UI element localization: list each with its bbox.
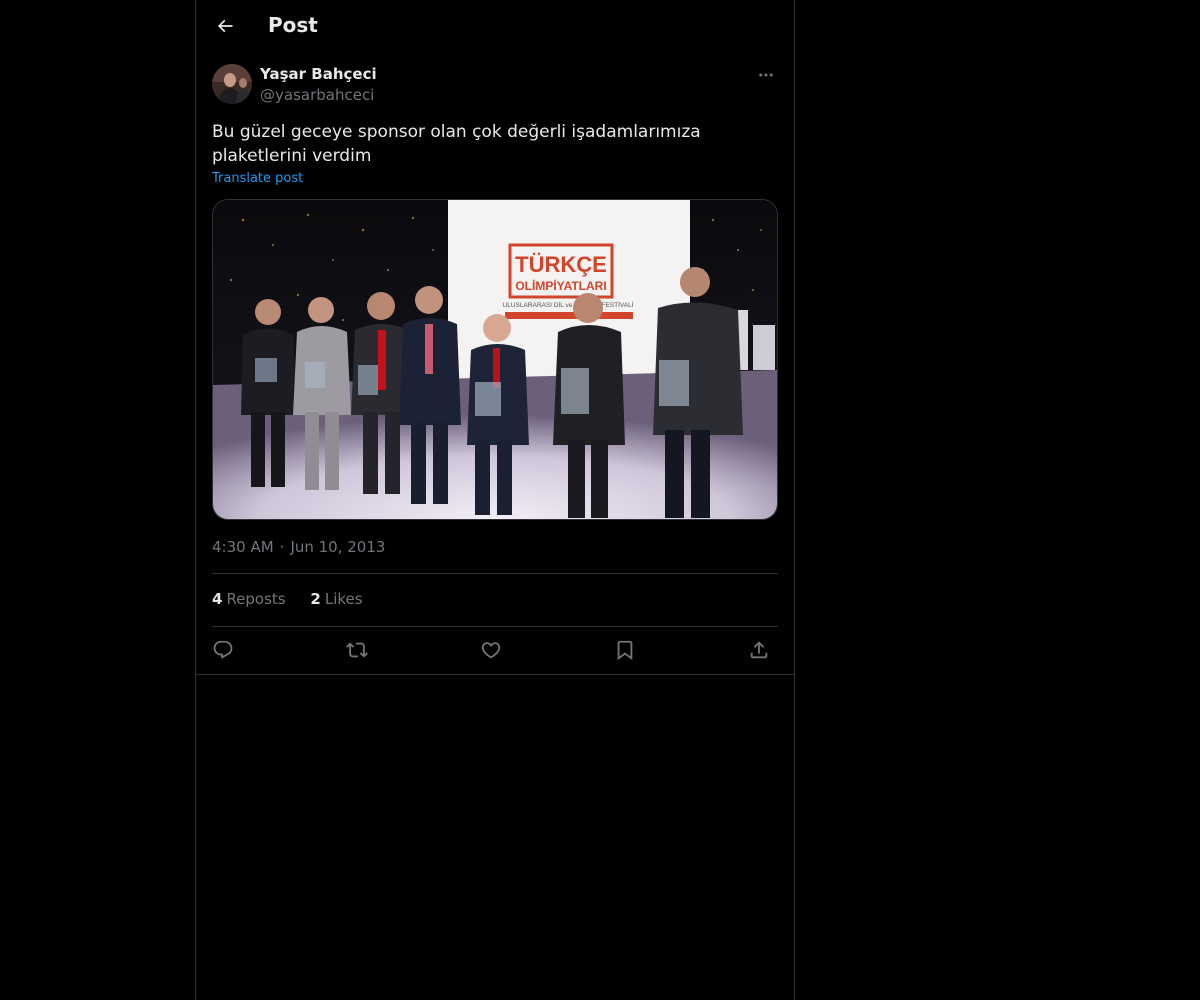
more-horizontal-icon [759,73,773,77]
more-options-button[interactable] [754,64,778,86]
post-column: Post Yaşar Bahçeci @yasarbahceci Bu güze… [195,0,795,1000]
bookmark-button[interactable] [610,636,640,664]
reply-icon [213,640,233,659]
reposts-stat[interactable]: 4 Reposts [212,590,286,608]
share-button[interactable] [744,636,774,664]
post-bottom-border [196,674,794,675]
author-handle[interactable]: @yasarbahceci [260,86,374,104]
back-button[interactable] [208,9,242,43]
likes-stat[interactable]: 2 Likes [310,590,362,608]
arrow-left-icon [217,19,233,33]
event-photo: TÜRKÇE OLİMPİYATLARI ULUSLARARASI DİL ve… [213,200,777,519]
banner-subtitle: OLİMPİYATLARI [515,278,606,293]
reposts-label: Reposts [226,590,286,608]
post-timestamp: 4:30 AM · Jun 10, 2013 [212,538,385,556]
reposts-count: 4 [212,590,223,608]
timestamp-separator: · [279,538,285,556]
post-image[interactable]: TÜRKÇE OLİMPİYATLARI ULUSLARARASI DİL ve… [212,199,778,520]
repost-button[interactable] [342,636,372,664]
share-icon [750,641,768,659]
post-author: Yaşar Bahçeci @yasarbahceci [212,64,778,108]
avatar[interactable] [212,64,252,104]
likes-label: Likes [324,590,363,608]
bookmark-icon [617,640,633,661]
banner-festival: ULUSLARARASI DİL ve KÜLTÜR FESTİVALİ [503,300,634,309]
divider [212,626,778,627]
post-date[interactable]: Jun 10, 2013 [290,538,385,556]
author-name[interactable]: Yaşar Bahçeci [260,65,377,83]
heart-icon [481,642,501,659]
post-stats: 4 Reposts 2 Likes [212,590,383,608]
post-actions [212,636,778,664]
reply-button[interactable] [208,636,238,664]
post-time[interactable]: 4:30 AM [212,538,274,556]
translate-post-link[interactable]: Translate post [212,171,303,186]
post-header: Post [196,0,794,53]
repost-icon [346,642,368,658]
page-title: Post [268,13,318,37]
like-button[interactable] [476,636,506,664]
banner-title: TÜRKÇE [515,252,607,277]
divider [212,573,778,574]
post-text: Bu güzel geceye sponsor olan çok değerli… [212,122,701,166]
likes-count: 2 [310,590,321,608]
